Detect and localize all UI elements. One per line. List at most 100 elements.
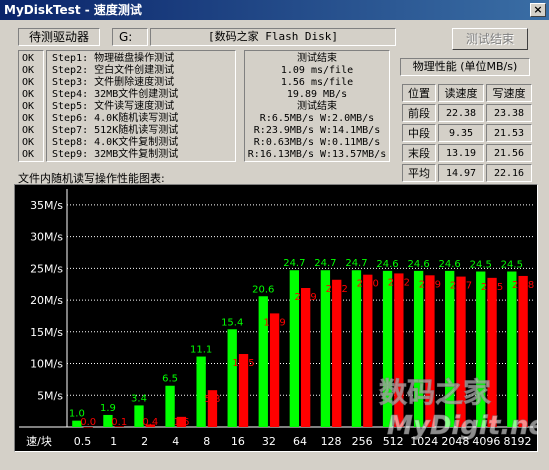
title-bar: MyDiskTest - 速度测试 × bbox=[0, 0, 549, 20]
step-label: Step1: 物理磁盘操作测试 bbox=[52, 53, 175, 64]
write-value-label: 17.9 bbox=[263, 317, 285, 328]
write-value-label: 11.5 bbox=[232, 358, 254, 369]
read-value-label: 3.4 bbox=[131, 393, 147, 404]
read-speed-bar bbox=[351, 270, 362, 427]
read-speed-bar bbox=[507, 271, 517, 427]
read-value-label: 6.5 bbox=[162, 374, 178, 385]
read-speed-bar bbox=[382, 270, 393, 427]
finish-test-button[interactable]: 测试结束 bbox=[452, 28, 528, 50]
write-speed-bar bbox=[363, 274, 373, 427]
header-position: 位置 bbox=[402, 84, 436, 102]
read-speed-bar bbox=[445, 270, 455, 427]
read-value-label: 24.6 bbox=[439, 259, 461, 270]
read-value-label: 24.7 bbox=[283, 258, 305, 269]
y-tick-label: 5M/s bbox=[37, 389, 63, 402]
write-value-label: 24.2 bbox=[388, 277, 410, 288]
read-value-label: 24.5 bbox=[501, 260, 523, 271]
step-status: OK bbox=[22, 53, 35, 64]
y-tick-label: 10M/s bbox=[30, 358, 63, 371]
x-tick-label: 512 bbox=[383, 435, 404, 448]
row-label: 末段 bbox=[402, 144, 436, 162]
write-speed-bar bbox=[487, 277, 497, 427]
header-write: 写速度 bbox=[486, 84, 532, 102]
y-tick-label: 20M/s bbox=[30, 294, 63, 307]
step-result: R:16.13MB/s W:13.57MB/s bbox=[247, 149, 387, 160]
step-results: 测试结束 1.09 ms/file 1.56 ms/file 19.89 MB/… bbox=[244, 50, 390, 162]
x-tick-label: 16 bbox=[231, 435, 245, 448]
x-tick-label: 64 bbox=[293, 435, 307, 448]
write-value-label: 0.4 bbox=[142, 417, 158, 428]
write-speed-bar bbox=[269, 313, 280, 427]
read-value-label: 24.6 bbox=[376, 259, 398, 270]
close-button[interactable]: × bbox=[530, 3, 546, 17]
step-label: Step9: 32MB文件复制测试 bbox=[52, 149, 179, 160]
read-value-label: 24.7 bbox=[314, 258, 336, 269]
physical-performance-title: 物理性能 (单位MB/s) bbox=[400, 58, 530, 76]
write-speed-bar bbox=[425, 275, 435, 427]
read-speed-bar bbox=[476, 271, 486, 427]
write-value: 21.56 bbox=[486, 144, 532, 162]
write-value-label: 24.0 bbox=[357, 279, 379, 290]
write-value-label: 23.5 bbox=[481, 282, 503, 293]
table-header-row: 位置 读速度 写速度 bbox=[402, 84, 532, 102]
write-speed-bar bbox=[301, 288, 311, 427]
step-status: OK bbox=[22, 113, 35, 124]
x-tick-label: 1 bbox=[110, 435, 117, 448]
header-read: 读速度 bbox=[438, 84, 484, 102]
step-status: OK bbox=[22, 101, 35, 112]
step-label: Step6: 4.0K随机读写测试 bbox=[52, 113, 179, 124]
x-tick-label: 8 bbox=[203, 435, 210, 448]
read-speed-bar bbox=[258, 296, 268, 427]
step-result: 1.56 ms/file bbox=[280, 77, 354, 88]
x-tick-label: 256 bbox=[352, 435, 373, 448]
table-row: 前段 22.38 23.38 bbox=[402, 104, 532, 122]
read-speed-bar bbox=[196, 356, 206, 427]
random-rw-chart: 35M/s 30M/s 25M/s 20M/s 15M/s 10M/s 5M/s 速/块 1.0… bbox=[14, 184, 538, 452]
table-row: 末段 13.19 21.56 bbox=[402, 144, 532, 162]
x-tick-label: 8192 bbox=[503, 435, 531, 448]
y-tick-label: 30M/s bbox=[30, 231, 63, 244]
window-title: MyDiskTest - 速度测试 bbox=[4, 3, 142, 17]
x-tick-label: 4 bbox=[172, 435, 179, 448]
step-status: OK bbox=[22, 149, 35, 160]
step-status: OK bbox=[22, 137, 35, 148]
y-tick-label: 15M/s bbox=[30, 326, 63, 339]
step-result: 测试结束 bbox=[297, 53, 337, 64]
x-tick-label: 1024 bbox=[410, 435, 438, 448]
read-value-label: 24.7 bbox=[345, 258, 367, 269]
step-result: 1.09 ms/file bbox=[280, 65, 354, 76]
write-value-label: 1.6 bbox=[173, 417, 189, 428]
step-status: OK bbox=[22, 77, 35, 88]
read-value: 9.35 bbox=[438, 124, 484, 142]
drive-letter: G: bbox=[112, 28, 148, 46]
y-tick-label: 35M/s bbox=[30, 199, 63, 212]
step-status: OK bbox=[22, 89, 35, 100]
step-status: OK bbox=[22, 65, 35, 76]
write-value: 21.53 bbox=[486, 124, 532, 142]
row-label: 平均 bbox=[402, 164, 436, 182]
read-value-label: 20.6 bbox=[252, 284, 274, 295]
step-label: Step8: 4.0K文件复制测试 bbox=[52, 137, 179, 148]
x-tick-label: 2 bbox=[141, 435, 148, 448]
read-value: 13.19 bbox=[438, 144, 484, 162]
write-value: 23.38 bbox=[486, 104, 532, 122]
write-value-label: 23.8 bbox=[512, 280, 534, 291]
write-value-label: 23.2 bbox=[326, 284, 348, 295]
step-result: R:0.63MB/s W:0.11MB/s bbox=[253, 137, 381, 148]
step-label: Step2: 空白文件创建测试 bbox=[52, 65, 175, 76]
step-label: Step7: 512K随机读写测试 bbox=[52, 125, 179, 136]
read-value-label: 15.4 bbox=[221, 317, 243, 328]
drive-label: 待测驱动器 bbox=[18, 28, 100, 46]
x-tick-label: 128 bbox=[321, 435, 342, 448]
table-row: 平均 14.97 22.16 bbox=[402, 164, 532, 182]
x-tick-label: 4096 bbox=[472, 435, 500, 448]
write-value-label: 0.1 bbox=[111, 417, 127, 428]
step-status-column: OK OK OK OK OK OK OK OK OK bbox=[18, 50, 44, 162]
x-axis-label: 速/块 bbox=[26, 435, 52, 448]
write-value-label: 23.9 bbox=[419, 279, 441, 290]
read-speed-bar bbox=[413, 270, 424, 427]
write-speed-bar bbox=[394, 273, 404, 427]
read-value: 22.38 bbox=[438, 104, 484, 122]
read-value-label: 24.5 bbox=[470, 260, 492, 271]
y-tick-label: 25M/s bbox=[30, 262, 63, 275]
